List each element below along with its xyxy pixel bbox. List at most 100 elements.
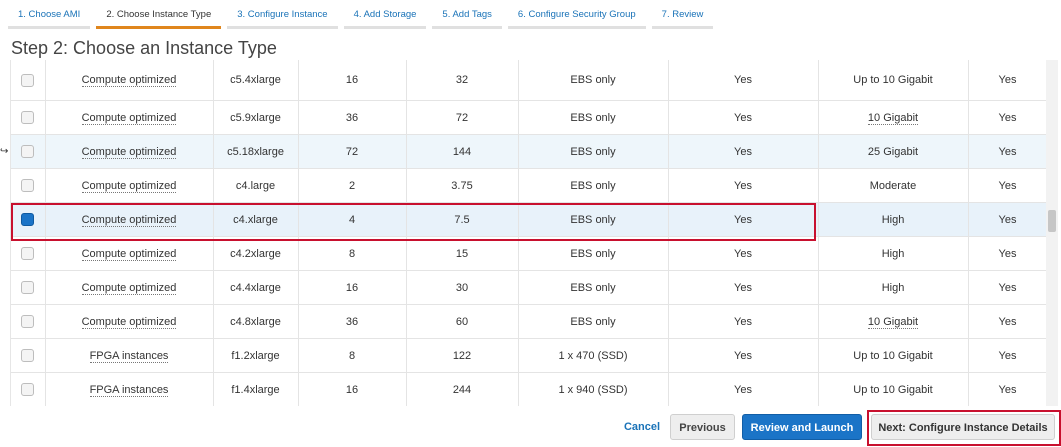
row-select-checkbox[interactable] xyxy=(21,315,35,328)
ebs-optimized-cell: Yes xyxy=(668,372,819,406)
network-performance-cell: Up to 10 Gigabit xyxy=(818,338,969,373)
next-configure-instance-details-button[interactable]: Next: Configure Instance Details xyxy=(871,414,1055,440)
network-performance-cell: Up to 10 Gigabit xyxy=(818,372,969,406)
table-row[interactable]: Compute optimized c5.18xlarge 72 144 EBS onl… xyxy=(11,134,1047,169)
instance-storage-cell: 1 x 940 (SSD) xyxy=(518,372,669,406)
row-select-cell[interactable] xyxy=(11,338,46,373)
network-performance-tooltip[interactable]: 10 Gigabit xyxy=(867,315,919,329)
instance-storage-cell: EBS only xyxy=(518,236,669,271)
step-configure-security-group[interactable]: 6. Configure Security Group xyxy=(507,0,646,29)
scrollbar-thumb[interactable] xyxy=(1048,210,1056,232)
step-review[interactable]: 7. Review xyxy=(651,0,714,29)
ipv6-support-cell: Yes xyxy=(968,372,1047,406)
row-select-checkbox[interactable] xyxy=(21,213,35,226)
row-select-checkbox[interactable] xyxy=(21,383,35,396)
instance-type-cell: c5.18xlarge xyxy=(213,134,299,169)
row-select-cell[interactable] xyxy=(11,134,46,169)
table-row[interactable]: Compute optimized c4.8xlarge 36 60 EBS only Y… xyxy=(11,304,1047,339)
row-select-checkbox[interactable] xyxy=(21,111,35,124)
step-choose-ami[interactable]: 1. Choose AMI xyxy=(8,0,91,29)
row-select-cell[interactable] xyxy=(11,168,46,203)
row-select-cell[interactable] xyxy=(11,372,46,406)
row-select-cell[interactable] xyxy=(11,270,46,305)
instance-family-cell: Compute optimized xyxy=(45,100,214,135)
network-performance-cell: 25 Gigabit xyxy=(818,134,969,169)
instance-type-table-container[interactable]: Compute optimized c5.4xlarge 16 32 EBS only Y… xyxy=(10,60,1047,406)
row-select-cell[interactable] xyxy=(11,202,46,237)
step-configure-instance[interactable]: 3. Configure Instance xyxy=(227,0,338,29)
row-select-checkbox[interactable] xyxy=(21,247,35,260)
instance-storage-cell: EBS only xyxy=(518,202,669,237)
review-and-launch-button[interactable]: Review and Launch xyxy=(742,414,862,440)
memory-cell: 60 xyxy=(406,304,519,339)
network-performance-cell: 10 Gigabit xyxy=(818,100,969,135)
instance-type-table: Compute optimized c5.4xlarge 16 32 EBS only Y… xyxy=(11,60,1047,406)
instance-family-link[interactable]: Compute optimized xyxy=(81,247,177,261)
instance-family-link[interactable]: Compute optimized xyxy=(81,111,177,125)
table-row[interactable]: FPGA instances f1.2xlarge 8 122 1 x 470 (SSD… xyxy=(11,338,1047,373)
row-select-checkbox[interactable] xyxy=(21,145,35,158)
instance-type-cell: c4.8xlarge xyxy=(213,304,299,339)
instance-type-cell: c5.4xlarge xyxy=(213,60,299,101)
network-performance-tooltip[interactable]: 10 Gigabit xyxy=(867,111,919,125)
ebs-optimized-cell: Yes xyxy=(668,100,819,135)
instance-family-link[interactable]: FPGA instances xyxy=(89,383,169,397)
network-performance-cell: High xyxy=(818,270,969,305)
previous-button[interactable]: Previous xyxy=(670,414,735,440)
cancel-button[interactable]: Cancel xyxy=(614,414,670,440)
table-row[interactable]: FPGA instances f1.4xlarge 16 244 1 x 940 (SS… xyxy=(11,372,1047,406)
instance-family-link[interactable]: Compute optimized xyxy=(81,213,177,227)
memory-cell: 30 xyxy=(406,270,519,305)
instance-type-cell: c4.xlarge xyxy=(213,202,299,237)
mouse-cursor-icon: ↪ xyxy=(0,146,9,157)
instance-type-cell: c4.large xyxy=(213,168,299,203)
vcpus-cell: 72 xyxy=(298,134,407,169)
table-row[interactable]: Compute optimized c5.9xlarge 36 72 EBS only Y… xyxy=(11,100,1047,135)
vcpus-cell: 16 xyxy=(298,372,407,406)
ipv6-support-cell: Yes xyxy=(968,236,1047,271)
ebs-optimized-cell: Yes xyxy=(668,236,819,271)
row-select-cell[interactable] xyxy=(11,304,46,339)
instance-family-link[interactable]: Compute optimized xyxy=(81,145,177,159)
table-row[interactable]: Compute optimized c4.xlarge 4 7.5 EBS only Ye… xyxy=(11,202,1047,237)
ipv6-support-cell: Yes xyxy=(968,168,1047,203)
network-performance-cell: 10 Gigabit xyxy=(818,304,969,339)
network-performance-cell: High xyxy=(818,202,969,237)
row-select-checkbox[interactable] xyxy=(21,281,35,294)
vcpus-cell: 36 xyxy=(298,304,407,339)
instance-storage-cell: EBS only xyxy=(518,100,669,135)
instance-family-link[interactable]: Compute optimized xyxy=(81,315,177,329)
row-select-cell[interactable] xyxy=(11,100,46,135)
step-add-storage[interactable]: 4. Add Storage xyxy=(343,0,427,29)
step-choose-instance-type[interactable]: 2. Choose Instance Type xyxy=(96,0,222,29)
instance-family-cell: FPGA instances xyxy=(45,338,214,373)
instance-family-cell: FPGA instances xyxy=(45,372,214,406)
instance-storage-cell: EBS only xyxy=(518,304,669,339)
memory-cell: 72 xyxy=(406,100,519,135)
table-row[interactable]: Compute optimized c4.large 2 3.75 EBS only Ye… xyxy=(11,168,1047,203)
memory-cell: 7.5 xyxy=(406,202,519,237)
ipv6-support-cell: Yes xyxy=(968,270,1047,305)
row-select-checkbox[interactable] xyxy=(21,179,35,192)
instance-family-cell: Compute optimized xyxy=(45,134,214,169)
row-select-checkbox[interactable] xyxy=(21,349,35,362)
instance-family-link[interactable]: FPGA instances xyxy=(89,349,169,363)
page-title: Step 2: Choose an Instance Type xyxy=(11,38,277,58)
instance-family-link[interactable]: Compute optimized xyxy=(81,74,177,87)
table-row[interactable]: Compute optimized c4.4xlarge 16 30 EBS only Y… xyxy=(11,270,1047,305)
row-select-checkbox[interactable] xyxy=(21,73,35,87)
instance-family-link[interactable]: Compute optimized xyxy=(81,281,177,295)
instance-type-cell: f1.4xlarge xyxy=(213,372,299,406)
ebs-optimized-cell: Yes xyxy=(668,134,819,169)
network-performance-cell: High xyxy=(818,236,969,271)
instance-storage-cell: EBS only xyxy=(518,60,669,101)
step-add-tags[interactable]: 5. Add Tags xyxy=(432,0,502,29)
table-row[interactable]: Compute optimized c5.4xlarge 16 32 EBS only Y… xyxy=(11,60,1047,101)
instance-type-cell: f1.2xlarge xyxy=(213,338,299,373)
row-select-cell[interactable] xyxy=(11,60,46,101)
instance-family-link[interactable]: Compute optimized xyxy=(81,179,177,193)
table-row[interactable]: Compute optimized c4.2xlarge 8 15 EBS only Ye… xyxy=(11,236,1047,271)
row-select-cell[interactable] xyxy=(11,236,46,271)
instance-type-cell: c4.2xlarge xyxy=(213,236,299,271)
table-scrollbar[interactable] xyxy=(1046,60,1058,406)
